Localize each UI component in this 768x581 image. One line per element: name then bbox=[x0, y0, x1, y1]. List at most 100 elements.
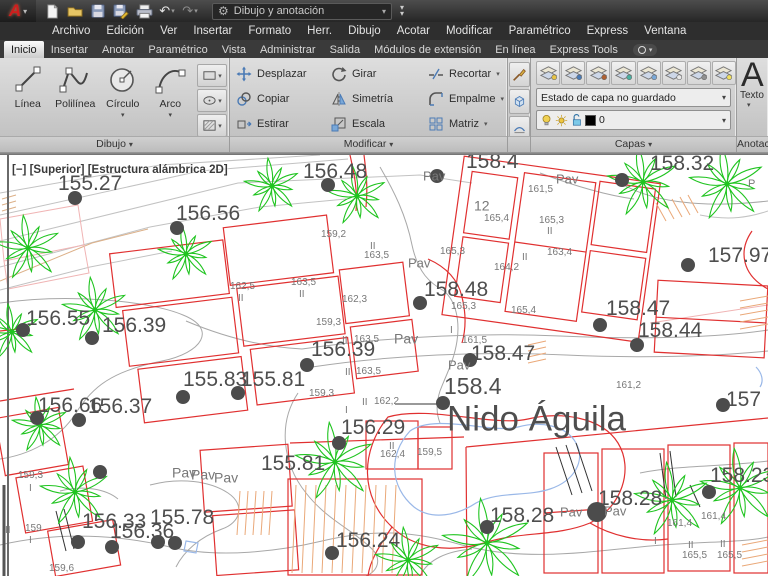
map-drawing[interactable]: 159,2II163,512165,4165,3Pav 164,2161,5Pav… bbox=[0, 144, 768, 581]
annotation-label: II bbox=[720, 539, 726, 550]
tab-anotar[interactable]: Anotar bbox=[95, 41, 141, 58]
tool-layer-state[interactable] bbox=[561, 61, 586, 85]
chevron-down-icon: ▾ bbox=[389, 140, 394, 149]
tab-paramtrico[interactable]: Paramétrico bbox=[141, 41, 214, 58]
panel-capas: Estado de capa no guardado ▾ 0 ▾ Capas ▾ bbox=[531, 58, 737, 152]
new-file-icon bbox=[46, 3, 58, 19]
tool-layer-freeze[interactable] bbox=[636, 61, 661, 85]
tab-administrar[interactable]: Administrar bbox=[253, 41, 323, 58]
tool-layer-properties[interactable] bbox=[536, 61, 561, 85]
tool-estirar[interactable]: Estirar bbox=[236, 111, 331, 136]
app-menu-button[interactable]: A ▾ bbox=[0, 0, 36, 22]
tool-layer-unisolate[interactable] bbox=[611, 61, 636, 85]
new-file-button[interactable] bbox=[42, 2, 62, 20]
annotation-label: 161,4 bbox=[701, 511, 726, 522]
annotation-label: II bbox=[345, 367, 351, 378]
annotation-label: I bbox=[29, 535, 32, 546]
tool-hatch-tool[interactable]: ▾ bbox=[197, 114, 227, 137]
open-file-icon bbox=[67, 6, 82, 17]
layer-state-combo[interactable]: Estado de capa no guardado ▾ bbox=[536, 88, 731, 107]
tool-escala[interactable]: Escala bbox=[331, 111, 428, 136]
tab-mdulosdeextensin[interactable]: Módulos de extensión bbox=[367, 41, 488, 58]
annotation-label: Pav bbox=[394, 330, 418, 346]
menu-express[interactable]: Express bbox=[579, 25, 637, 37]
print-button[interactable] bbox=[134, 2, 154, 20]
menu-modificar[interactable]: Modificar bbox=[438, 25, 501, 37]
layer-color-swatch bbox=[585, 114, 596, 126]
menu-ventana[interactable]: Ventana bbox=[636, 25, 694, 37]
tab-insertar[interactable]: Insertar bbox=[44, 41, 95, 58]
redo-button[interactable]: ↷ ▾ bbox=[180, 2, 200, 20]
title-bar: A ▾ ↶ ▾ ↷ ▾ ⚙ Dibujo y anotación ▾ ▾ ▾ bbox=[0, 0, 768, 22]
menu-edicin[interactable]: Edición bbox=[98, 25, 152, 37]
tool-simetra[interactable]: Simetría bbox=[331, 86, 428, 111]
save-button[interactable] bbox=[88, 2, 108, 20]
tool-polilnea[interactable]: Polilínea bbox=[52, 60, 100, 136]
tool-recortar[interactable]: Recortar ▾ bbox=[428, 61, 512, 86]
tool-girar[interactable]: Girar bbox=[331, 61, 428, 86]
annotation-label: P bbox=[748, 178, 755, 190]
annotation-label: 159,5 bbox=[417, 447, 442, 458]
chevron-down-icon: ▾ bbox=[496, 70, 500, 78]
tool-crculo[interactable]: Círculo ▾ bbox=[99, 60, 147, 136]
elevation-label: 156.56 bbox=[176, 202, 240, 225]
tool-ellipse-tool[interactable]: ▾ bbox=[197, 89, 227, 112]
tool-layer-walk[interactable] bbox=[711, 61, 736, 85]
tab-inicio[interactable]: Inicio bbox=[4, 41, 44, 58]
menu-herr[interactable]: Herr. bbox=[299, 25, 340, 37]
tab-vista[interactable]: Vista bbox=[215, 41, 253, 58]
tab-salida[interactable]: Salida bbox=[323, 41, 368, 58]
menu-formato[interactable]: Formato bbox=[240, 25, 299, 37]
tool-extrude[interactable] bbox=[508, 89, 530, 114]
undo-button[interactable]: ↶ ▾ bbox=[157, 2, 177, 20]
menu-archivo[interactable]: Archivo bbox=[44, 25, 98, 37]
tool-copiar[interactable]: Copiar bbox=[236, 86, 331, 111]
tool-match-properties[interactable] bbox=[508, 62, 530, 87]
elevation-label: 156.24 bbox=[336, 529, 401, 552]
viewport-controls[interactable]: [−] [Superior] [Estructura alámbrica 2D] bbox=[12, 164, 228, 176]
panel-anotacion-footer[interactable]: Anotación bbox=[737, 136, 768, 152]
annotation-label: Pav bbox=[423, 169, 446, 184]
tool-lnea[interactable]: Línea bbox=[4, 60, 52, 136]
tool-matriz[interactable]: Matriz ▾ bbox=[428, 111, 512, 136]
tool-arco[interactable]: Arco ▾ bbox=[147, 60, 195, 136]
panel-modificar-footer[interactable]: Modificar ▾ bbox=[230, 136, 507, 152]
survey-point bbox=[93, 465, 107, 479]
panel-capas-footer[interactable]: Capas ▾ bbox=[531, 136, 736, 152]
annotation-label: 161,2 bbox=[616, 380, 641, 391]
chevron-down-icon: ▾ bbox=[648, 47, 653, 54]
open-file-button[interactable] bbox=[65, 2, 85, 20]
layer-combo[interactable]: 0 ▾ bbox=[536, 110, 731, 130]
menu-insertar[interactable]: Insertar bbox=[185, 25, 240, 37]
tool-layer-settings[interactable] bbox=[686, 61, 711, 85]
chevron-down-icon: ▾ bbox=[483, 120, 488, 128]
panel-utilities bbox=[508, 58, 531, 152]
panel-dibujo-footer[interactable]: Dibujo ▾ bbox=[0, 136, 229, 152]
menu-paramtrico[interactable]: Paramétrico bbox=[501, 25, 579, 37]
tool-empalme[interactable]: Empalme ▾ bbox=[428, 86, 512, 111]
qat-customize-button[interactable]: ▾ ▾ bbox=[400, 4, 404, 18]
annotation-label: 165,5 bbox=[682, 550, 707, 561]
panel-anotacion: A Texto ▾ Anotación bbox=[737, 58, 768, 152]
menu-acotar[interactable]: Acotar bbox=[389, 25, 438, 37]
menu-ver[interactable]: Ver bbox=[152, 25, 185, 37]
annotation-label: 165,3 bbox=[451, 301, 476, 312]
annotation-label: 162,3 bbox=[342, 294, 367, 305]
tool-rectangle-tool[interactable]: ▾ bbox=[197, 64, 227, 87]
workspace-selector[interactable]: ⚙ Dibujo y anotación ▾ bbox=[212, 2, 392, 20]
text-tool-button[interactable]: A bbox=[737, 58, 768, 92]
tab-expresstools[interactable]: Express Tools bbox=[543, 41, 625, 58]
ribbon-collapse-button[interactable]: ▾ bbox=[632, 44, 658, 56]
menu-dibujo[interactable]: Dibujo bbox=[340, 25, 389, 37]
tool-desplazar[interactable]: Desplazar bbox=[236, 61, 331, 86]
drawing-canvas[interactable]: [−] [Superior] [Estructura alámbrica 2D] bbox=[0, 144, 768, 581]
tool-layer-off[interactable] bbox=[661, 61, 686, 85]
terrain-accents bbox=[0, 194, 149, 282]
tab-enlnea[interactable]: En línea bbox=[488, 41, 542, 58]
save-as-button[interactable] bbox=[111, 2, 131, 20]
tool-layer-isolate[interactable] bbox=[586, 61, 611, 85]
chevron-down-icon: ▾ bbox=[500, 95, 504, 103]
annotation-label: Pav bbox=[408, 256, 431, 271]
annotation-label: II bbox=[522, 252, 528, 263]
autocad-window: { "titlebar": { "workspace_label": "Dibu… bbox=[0, 0, 768, 581]
